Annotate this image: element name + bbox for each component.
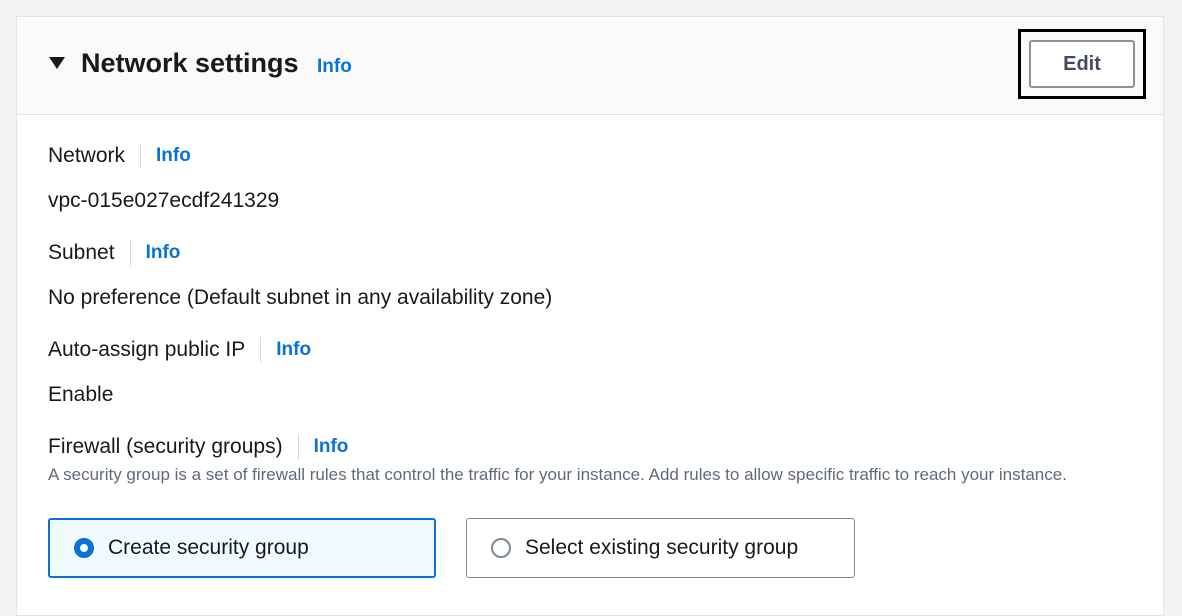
network-value: vpc-015e027ecdf241329	[48, 189, 280, 212]
section-title[interactable]: Network settings	[81, 45, 299, 81]
panel-header: Network settings Info Edit	[17, 17, 1163, 115]
radio-selected-icon[interactable]	[74, 538, 94, 558]
divider	[129, 240, 131, 266]
subnet-info-link[interactable]: Info	[146, 239, 181, 267]
subnet-value: No preference (Default subnet in any ava…	[48, 286, 553, 309]
subnet-label: Subnet	[48, 241, 115, 264]
network-label: Network	[48, 144, 126, 167]
edit-button-focus-ring: Edit	[1018, 29, 1146, 99]
radio-unselected-icon[interactable]	[491, 538, 511, 558]
firewall-label-row: Firewall (security groups) Info	[48, 433, 348, 461]
section-info-link[interactable]: Info	[317, 55, 352, 79]
select-existing-security-group-option[interactable]: Select existing security group	[466, 518, 855, 578]
auto-ip-label: Auto-assign public IP	[48, 338, 246, 361]
auto-ip-value: Enable	[48, 383, 114, 406]
firewall-label: Firewall (security groups)	[48, 435, 283, 458]
edit-button[interactable]: Edit	[1029, 40, 1135, 88]
divider	[297, 434, 299, 460]
subnet-label-row: Subnet Info	[48, 239, 180, 267]
create-security-group-label: Create security group	[108, 536, 309, 559]
network-info-link[interactable]: Info	[156, 142, 191, 170]
create-security-group-option[interactable]: Create security group	[48, 518, 436, 578]
network-settings-panel: Network settings Info Edit Network Info …	[16, 16, 1164, 616]
auto-ip-label-row: Auto-assign public IP Info	[48, 336, 311, 364]
caret-down-icon[interactable]	[49, 57, 65, 69]
auto-ip-info-link[interactable]: Info	[276, 336, 311, 364]
divider	[260, 337, 262, 363]
network-label-row: Network Info	[48, 142, 191, 170]
divider	[140, 143, 142, 169]
firewall-info-link[interactable]: Info	[314, 433, 349, 461]
firewall-description: A security group is a set of firewall ru…	[48, 465, 1067, 484]
select-existing-security-group-label: Select existing security group	[525, 536, 799, 559]
